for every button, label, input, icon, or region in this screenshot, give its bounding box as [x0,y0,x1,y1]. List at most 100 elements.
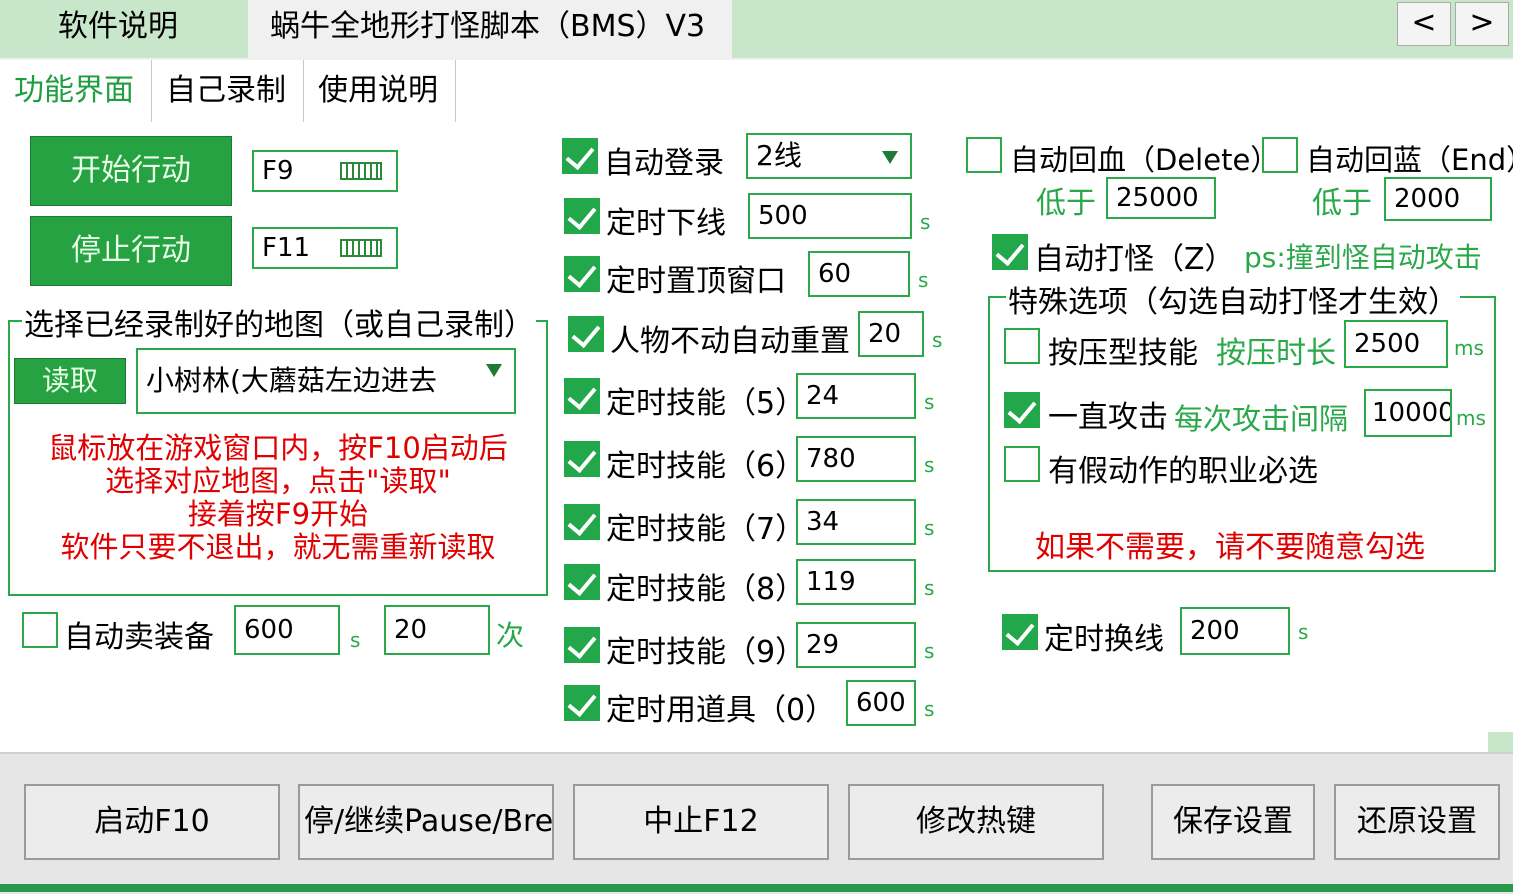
auto-fight-label: 自动打怪（Z） [1034,242,1235,277]
auto-hp-checkbox[interactable] [966,137,1002,173]
resize-grip[interactable] [1488,732,1513,752]
instruction-line: 接着按F9开始 [187,497,369,531]
attack-interval-label: 每次攻击间隔 [1174,402,1349,436]
map-select-value: 小树林(大蘑菇左边进去 [146,364,437,397]
auto-fight-checkbox[interactable] [992,234,1028,270]
timer-row-input[interactable]: 119 [796,559,916,605]
auto-sell-count-input[interactable]: 20 [384,605,490,655]
tab-script[interactable]: 蜗牛全地形打怪脚本（BMS）V3 [248,0,732,58]
auto-mp-label: 自动回蓝（End） [1306,143,1513,177]
stop-f12-button[interactable]: 中止F12 [573,784,829,860]
timer-row-label: 定时技能（5） [606,386,806,421]
stop-action-button[interactable]: 停止行动 [30,216,232,286]
timer-row-input[interactable]: 780 [796,436,916,482]
always-attack-checkbox[interactable] [1004,392,1040,428]
auto-mp-checkbox[interactable] [1262,137,1298,173]
timer-row-input[interactable]: 34 [796,499,916,545]
restore-settings-button[interactable]: 还原设置 [1334,784,1500,860]
auto-fight-note: ps:撞到怪自动攻击 [1244,241,1482,274]
timer-row-label: 定时置顶窗口 [606,264,786,299]
unit-label: s [932,328,943,352]
pause-resume-button[interactable]: 停/继续Pause/Break [298,784,554,860]
read-map-button[interactable]: 读取 [14,358,126,404]
timer-row-checkbox[interactable] [564,198,600,234]
switch-line-checkbox[interactable] [1002,614,1038,650]
start-hotkey-field[interactable]: F9 [252,150,398,192]
timer-row-input[interactable]: 600 [846,680,916,726]
unit-label: s [350,628,361,652]
server-line-value: 2线 [756,139,802,172]
auto-sell-checkbox[interactable] [22,612,58,648]
keyboard-icon [340,162,382,180]
chevron-down-icon [486,364,502,377]
timer-row-input[interactable]: 29 [796,622,916,668]
unit-label: s [924,453,935,477]
start-hotkey-value: F9 [262,156,294,186]
chevron-down-icon [882,151,898,164]
timer-row-input[interactable]: 500 [748,193,912,239]
hp-threshold-input[interactable]: 25000 [1106,177,1216,219]
timer-row-label: 定时下线 [606,206,726,241]
map-select[interactable]: 小树林(大蘑菇左边进去 [136,348,516,414]
keyboard-icon [340,239,382,257]
unit-label: s [924,390,935,414]
press-skill-label: 按压型技能 [1048,336,1198,371]
hp-below-label: 低于 [1036,186,1096,221]
unit-label: 次 [496,619,525,652]
timer-row-label: 人物不动自动重置 [610,324,850,359]
map-group-title: 选择已经录制好的地图（或自己录制） [22,300,536,344]
special-warning: 如果不需要，请不要随意勾选 [1035,530,1425,565]
timer-row-input[interactable]: 60 [808,251,910,297]
switch-line-input[interactable]: 200 [1180,607,1290,655]
server-line-select[interactable]: 2线 [746,133,912,179]
start-f10-button[interactable]: 启动F10 [24,784,280,860]
timer-row-checkbox[interactable] [564,564,600,600]
edit-hotkeys-button[interactable]: 修改热键 [848,784,1104,860]
auto-sell-interval-input[interactable]: 600 [234,605,340,655]
bottom-accent-line [0,884,1513,892]
timer-row-checkbox[interactable] [568,316,604,352]
unit-label: s [924,697,935,721]
tab-software-info[interactable]: 软件说明 [44,0,244,58]
auto-login-checkbox[interactable] [562,138,598,174]
stop-hotkey-field[interactable]: F11 [252,227,398,269]
auto-hp-label: 自动回血（Delete） [1010,143,1280,177]
timer-row-checkbox[interactable] [564,378,600,414]
unit-label: ms [1456,406,1486,430]
timer-row-checkbox[interactable] [564,685,600,721]
special-options-title: 特殊选项（勾选自动打怪才生效） [1006,277,1460,321]
timer-row-checkbox[interactable] [564,627,600,663]
auto-sell-label: 自动卖装备 [64,620,214,655]
unit-label: s [918,268,929,292]
timer-row-label: 定时技能（7） [606,512,806,547]
timer-row-label: 定时技能（8） [606,572,806,607]
tab-functions[interactable]: 功能界面 [0,60,152,122]
press-duration-label: 按压时长 [1216,336,1336,371]
attack-interval-input[interactable]: 10000 [1364,389,1452,437]
timer-row-label: 定时技能（6） [606,449,806,484]
timer-row-label: 定时技能（9） [606,635,806,670]
timer-row-input[interactable]: 20 [858,311,924,357]
unit-label: s [924,516,935,540]
unit-label: ms [1454,336,1484,360]
timer-row-input[interactable]: 24 [796,373,916,419]
fake-action-checkbox[interactable] [1004,446,1040,482]
instructions-text: 鼠标放在游戏窗口内，按F10启动后 选择对应地图，点击"读取" 接着按F9开始 … [8,432,548,564]
timer-row-label: 定时用道具（0） [606,693,836,728]
tab-prev-button[interactable]: < [1397,2,1451,46]
timer-row-checkbox[interactable] [564,504,600,540]
switch-line-label: 定时换线 [1044,622,1164,657]
timer-row-checkbox[interactable] [564,441,600,477]
timer-row-checkbox[interactable] [564,256,600,292]
mp-below-label: 低于 [1312,186,1372,221]
mp-threshold-input[interactable]: 2000 [1384,177,1492,221]
start-action-button[interactable]: 开始行动 [30,136,232,206]
save-settings-button[interactable]: 保存设置 [1151,784,1315,860]
tab-usage[interactable]: 使用说明 [304,60,456,122]
unit-label: s [920,210,931,234]
tab-record[interactable]: 自己录制 [152,60,304,122]
unit-label: s [1298,620,1309,644]
press-duration-input[interactable]: 2500 [1344,320,1448,368]
tab-next-button[interactable]: > [1455,2,1509,46]
press-skill-checkbox[interactable] [1004,328,1040,364]
